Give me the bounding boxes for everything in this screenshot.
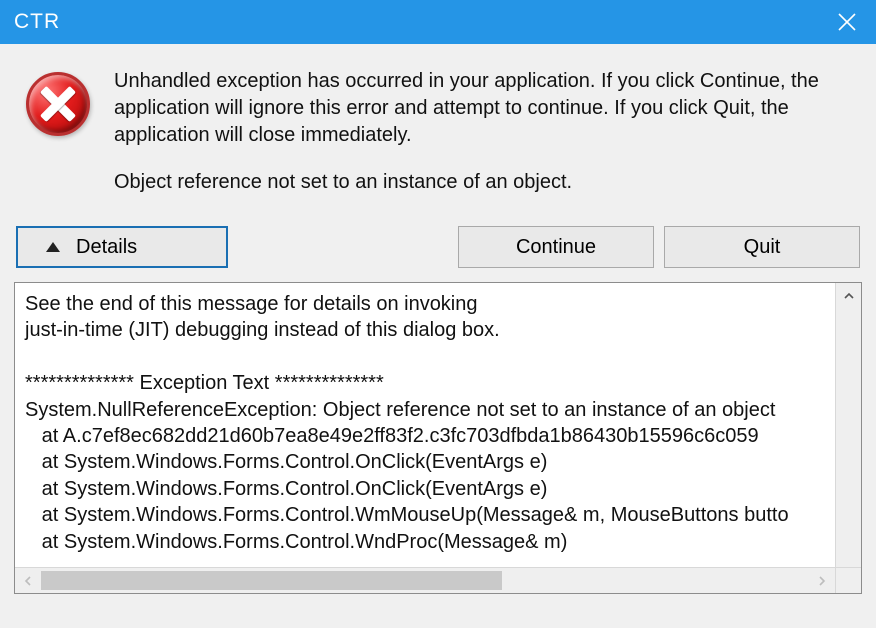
message-area: Unhandled exception has occurred in your…: [14, 62, 862, 220]
hscroll-track[interactable]: [41, 568, 809, 593]
details-text[interactable]: See the end of this message for details …: [15, 283, 835, 593]
scroll-up-button[interactable]: [836, 283, 861, 309]
window-title: CTR: [14, 10, 60, 34]
details-panel: See the end of this message for details …: [14, 282, 862, 594]
error-icon-wrap: [24, 68, 92, 136]
quit-button[interactable]: Quit: [664, 226, 860, 268]
close-icon: [838, 13, 856, 31]
message-primary: Unhandled exception has occurred in your…: [114, 68, 852, 149]
vertical-scrollbar[interactable]: [835, 283, 861, 593]
chevron-up-icon: [843, 290, 855, 302]
scrollbar-corner: [835, 567, 861, 593]
horizontal-scrollbar[interactable]: [15, 567, 835, 593]
hscroll-thumb[interactable]: [41, 571, 502, 590]
chevron-right-icon: [816, 575, 828, 587]
details-button-label: Details: [76, 236, 137, 259]
dialog-body: Unhandled exception has occurred in your…: [0, 44, 876, 628]
titlebar: CTR: [0, 0, 876, 44]
close-button[interactable]: [818, 0, 876, 44]
continue-button-label: Continue: [516, 236, 596, 259]
message-secondary: Object reference not set to an instance …: [114, 169, 852, 196]
button-row: Details Continue Quit: [14, 220, 862, 282]
quit-button-label: Quit: [744, 236, 781, 259]
continue-button[interactable]: Continue: [458, 226, 654, 268]
triangle-up-icon: [46, 242, 60, 252]
scroll-left-button[interactable]: [15, 568, 41, 594]
details-button[interactable]: Details: [16, 226, 228, 268]
chevron-left-icon: [22, 575, 34, 587]
scroll-right-button[interactable]: [809, 568, 835, 594]
message-text: Unhandled exception has occurred in your…: [114, 68, 852, 202]
error-icon: [26, 72, 90, 136]
